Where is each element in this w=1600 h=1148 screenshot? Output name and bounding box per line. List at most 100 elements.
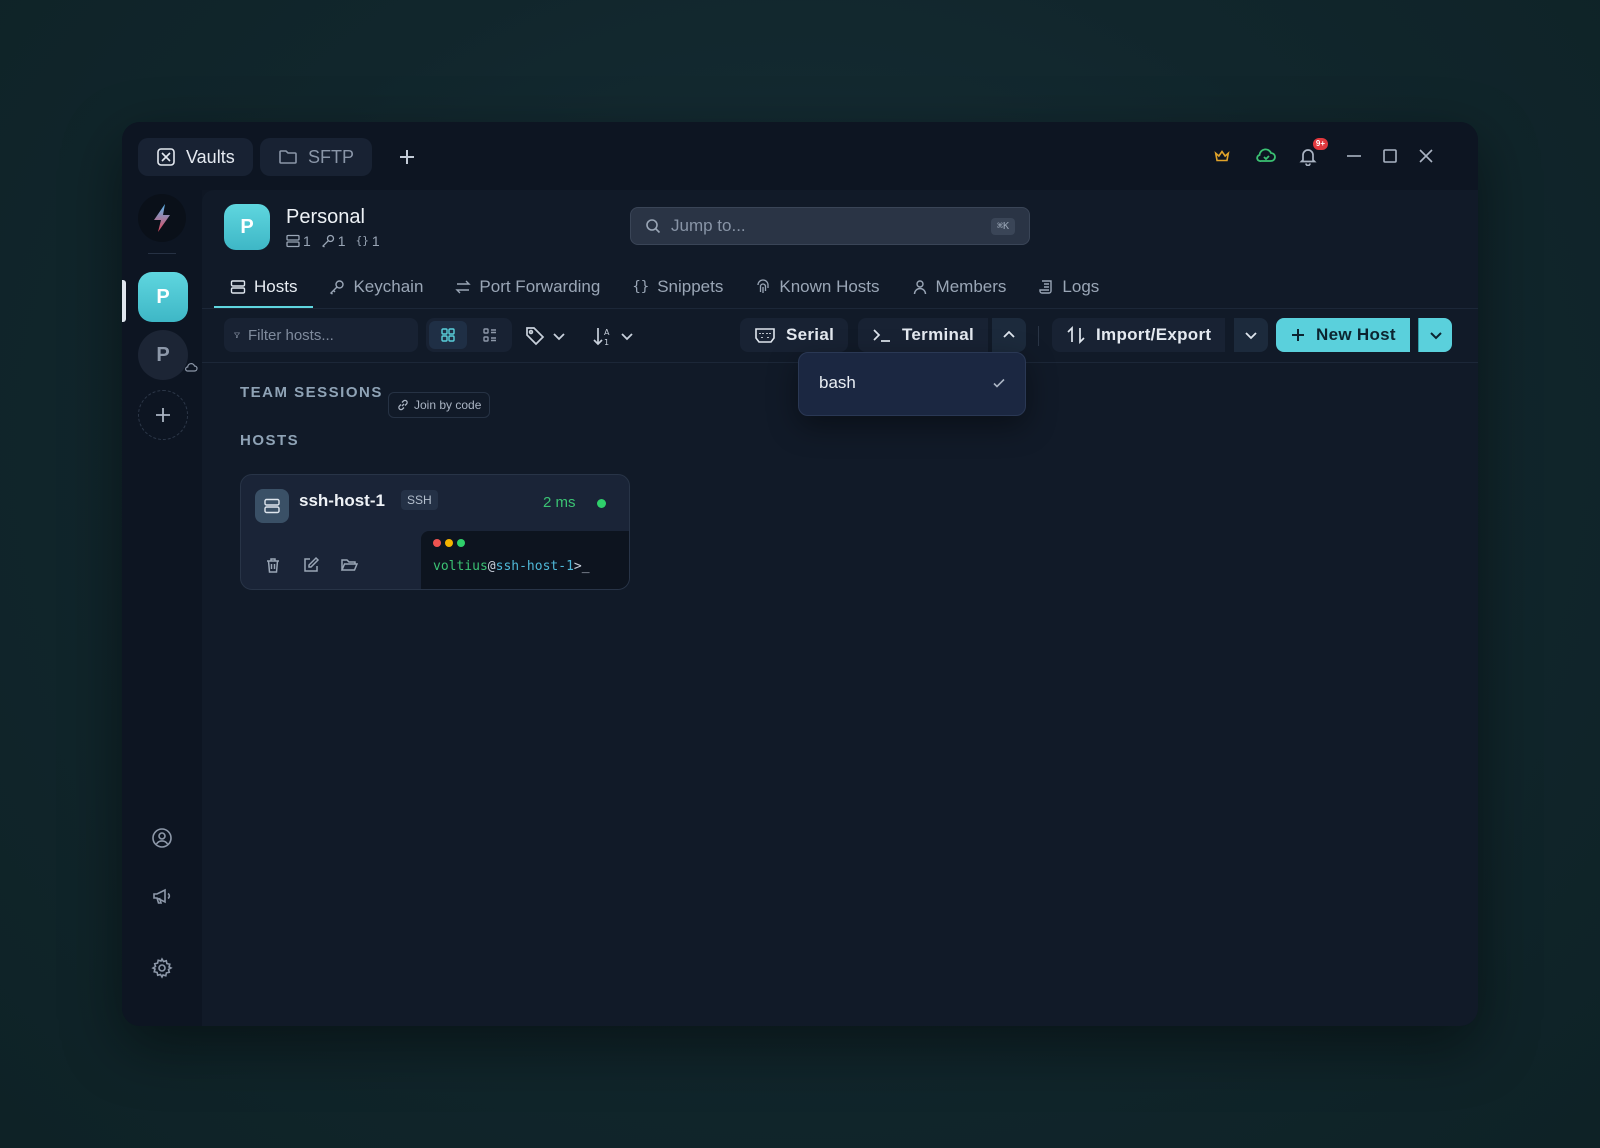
prompt-user: voltius <box>433 559 488 574</box>
snippet-count: {} 1 <box>356 233 380 249</box>
key-count: 1 <box>321 233 346 249</box>
delete-host-button[interactable] <box>263 555 283 575</box>
lightning-icon <box>154 204 170 232</box>
tab-label: SFTP <box>308 146 355 167</box>
tab-keychain[interactable]: Keychain <box>313 268 439 306</box>
titlebar: Vaults SFTP 9+ <box>122 122 1478 190</box>
import-export-button[interactable]: Import/Export <box>1052 318 1226 352</box>
terminal-preview[interactable]: voltius@ssh-host-1>_ <box>421 531 629 589</box>
edit-host-button[interactable] <box>301 555 321 575</box>
tab-port-forwarding[interactable]: Port Forwarding <box>439 268 616 306</box>
jump-to-search[interactable]: ⌘K <box>630 207 1030 245</box>
notifications-icon[interactable]: 9+ <box>1296 138 1328 168</box>
tab-label: Vaults <box>186 146 235 167</box>
prompt-cursor: >_ <box>573 559 590 574</box>
import-export-icon <box>1067 325 1085 345</box>
prompt-host: ssh-host-1 <box>495 559 574 574</box>
tab-label: Known Hosts <box>779 277 880 296</box>
arrows-icon <box>455 280 472 294</box>
host-count-value: 1 <box>303 232 311 249</box>
filter-icon <box>234 332 240 338</box>
prompt-at: @ <box>487 559 496 574</box>
search-icon <box>646 219 661 234</box>
vault-letter: P <box>156 285 170 308</box>
tags-filter-button[interactable] <box>524 322 566 350</box>
join-by-code-label: Join by code <box>414 398 482 412</box>
tab-label: Hosts <box>254 277 298 296</box>
new-tab-button[interactable] <box>390 140 424 174</box>
tab-members[interactable]: Members <box>896 268 1023 306</box>
terminal-dropdown-toggle[interactable] <box>992 318 1026 352</box>
add-vault-button[interactable] <box>138 390 188 440</box>
key-icon <box>321 234 334 248</box>
maximize-button[interactable] <box>1378 144 1402 168</box>
trash-icon <box>267 558 279 573</box>
terminal-shell-menu: bash <box>798 352 1026 416</box>
terminal-label: Terminal <box>902 325 974 344</box>
window-dots <box>433 539 465 547</box>
svg-text:A: A <box>604 328 610 337</box>
hosts-toolbar: A1 Serial Terminal Import/Export <box>224 318 1456 354</box>
vault-name: Personal <box>286 205 365 228</box>
dot-green <box>457 539 465 547</box>
dot-yellow <box>445 539 453 547</box>
app-window: Vaults SFTP 9+ P P P Personal 1 1 {} 1 J… <box>122 122 1478 1026</box>
new-host-button[interactable]: New Host <box>1276 318 1410 352</box>
close-button[interactable] <box>1414 144 1438 168</box>
sort-button[interactable]: A1 <box>592 322 634 350</box>
toolbar-divider <box>1038 326 1039 346</box>
vault-button-personal[interactable]: P <box>138 272 188 322</box>
tab-hosts[interactable]: Hosts <box>214 268 314 308</box>
vault-stats: 1 1 {} 1 <box>286 233 380 249</box>
new-host-dropdown-toggle[interactable] <box>1418 318 1452 352</box>
crown-icon[interactable] <box>1210 144 1234 168</box>
tab-logs[interactable]: Logs <box>1022 268 1115 306</box>
chevron-down-icon <box>621 333 633 341</box>
join-by-code-button[interactable]: Join by code <box>388 392 491 418</box>
sort-icon: A1 <box>593 328 610 347</box>
chevron-down-icon <box>553 333 565 341</box>
serial-port-icon <box>755 328 775 343</box>
import-export-dropdown-toggle[interactable] <box>1234 318 1268 352</box>
filter-hosts[interactable] <box>224 318 418 352</box>
tab-label: Members <box>935 277 1007 296</box>
chevron-down-icon <box>1245 332 1257 340</box>
terminal-icon <box>873 329 890 342</box>
rail-divider <box>148 253 176 254</box>
filter-input[interactable] <box>248 326 408 344</box>
tab-sftp[interactable]: SFTP <box>260 138 373 176</box>
settings-gear-icon[interactable] <box>150 956 174 980</box>
terminal-button[interactable]: Terminal <box>858 318 988 352</box>
tab-vaults[interactable]: Vaults <box>138 138 253 176</box>
link-icon <box>398 399 408 411</box>
main-panel: P Personal 1 1 {} 1 Jump to... ⌘K Hosts … <box>202 190 1478 1026</box>
shell-option-bash[interactable]: bash <box>819 373 856 393</box>
view-toggle <box>426 318 512 352</box>
tab-snippets[interactable]: {} Snippets <box>616 268 739 306</box>
plus-icon <box>156 408 170 422</box>
snippet-count-value: 1 <box>371 232 380 249</box>
account-icon[interactable] <box>150 826 174 850</box>
active-vault-indicator <box>122 280 126 322</box>
announcements-icon[interactable] <box>150 884 174 908</box>
list-icon <box>483 328 496 342</box>
hosts-heading: HOSTS <box>240 432 300 449</box>
terminal-prompt-line: voltius@ssh-host-1>_ <box>433 559 590 574</box>
list-view-button[interactable] <box>471 321 509 349</box>
cloud-sync-icon[interactable] <box>1254 144 1278 168</box>
app-logo <box>138 194 186 242</box>
host-card[interactable]: ssh-host-1 SSH 2 ms voltius@ssh-host-1>_ <box>240 474 630 590</box>
grid-view-button[interactable] <box>429 321 467 349</box>
minimize-button[interactable] <box>1342 144 1366 168</box>
search-input[interactable] <box>671 216 981 236</box>
tab-label: Snippets <box>657 277 724 296</box>
chevron-up-icon <box>1003 330 1015 338</box>
serial-label: Serial <box>786 325 835 344</box>
serial-button[interactable]: Serial <box>740 318 849 352</box>
plus-icon <box>1292 329 1304 341</box>
server-icon <box>255 489 289 523</box>
vault-button-shared[interactable]: P <box>138 330 188 380</box>
tab-known-hosts[interactable]: Known Hosts <box>739 268 895 306</box>
sftp-host-button[interactable] <box>339 555 359 575</box>
server-icon <box>286 234 300 247</box>
